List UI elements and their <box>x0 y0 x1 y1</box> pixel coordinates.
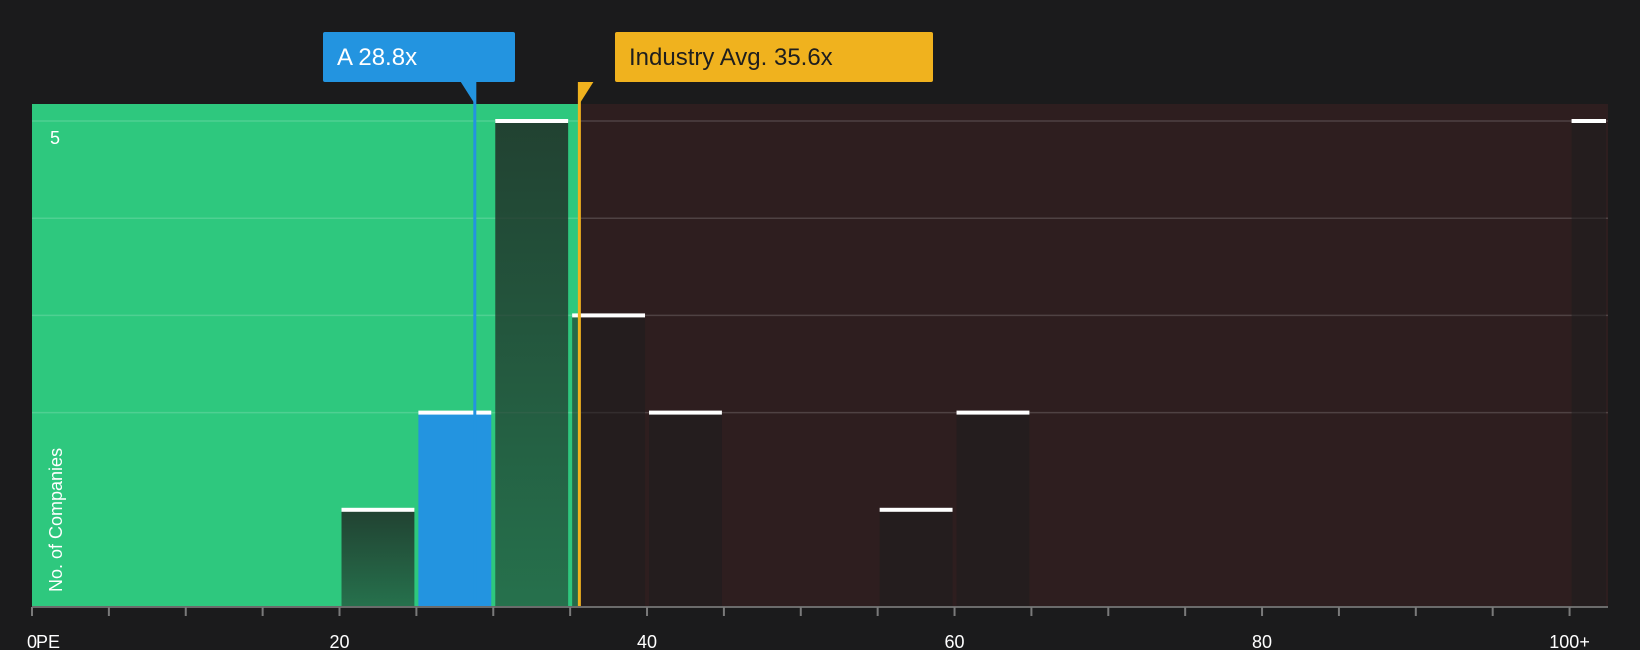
marker-callout-tail <box>579 82 594 104</box>
bar-cap <box>879 507 953 512</box>
x-axis-label: PE <box>36 632 60 650</box>
x-tick-label: 60 <box>945 632 965 650</box>
valuation-regions <box>32 104 1608 607</box>
histogram-bar <box>572 315 646 607</box>
x-tick-label: 100+ <box>1549 632 1590 650</box>
bar-cap <box>649 410 722 415</box>
marker-callout-tail <box>460 82 475 104</box>
histogram-bar <box>418 412 492 607</box>
bar-cap <box>572 313 646 318</box>
histogram-bar <box>341 509 415 607</box>
histogram-bar <box>495 121 569 607</box>
histogram-bar <box>649 412 722 607</box>
y-tick-label-5: 5 <box>50 128 60 148</box>
overvalued-region <box>579 104 1608 607</box>
x-axis: 0 20 40 60 80 100+ <box>27 606 1608 650</box>
bar-cap <box>956 410 1030 415</box>
histogram-bar <box>956 412 1030 607</box>
x-tick-label: 20 <box>329 632 349 650</box>
marker-callout-label: A 28.8x <box>337 44 417 71</box>
x-tick-label: 80 <box>1252 632 1272 650</box>
bar-cap <box>418 410 492 415</box>
bar-cap <box>341 507 415 512</box>
pe-distribution-chart: A 28.8x Industry Avg. 35.6x 0 20 40 60 80 100+… <box>27 32 1608 650</box>
y-axis-label: No. of Companies <box>46 448 66 592</box>
bar-cap <box>495 119 569 123</box>
histogram-bar <box>879 509 953 607</box>
marker-callout-label: Industry Avg. 35.6x <box>629 44 833 71</box>
histogram-bar <box>1571 121 1606 607</box>
bar-cap <box>1571 119 1606 123</box>
x-tick-label: 40 <box>637 632 657 650</box>
